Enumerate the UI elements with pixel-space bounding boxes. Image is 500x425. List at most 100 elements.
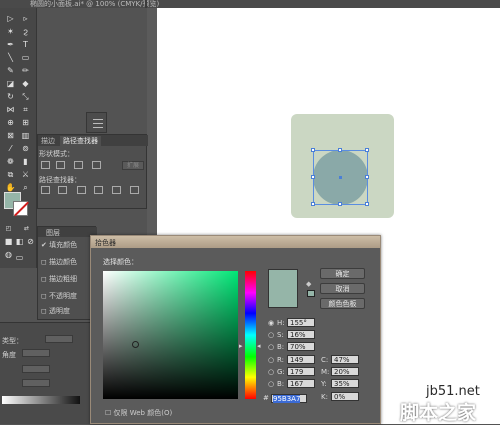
scale-tool-icon[interactable]: ⤡ [19, 91, 32, 102]
s-radio[interactable]: ○ [268, 331, 274, 339]
shape-builder-tool-icon[interactable]: ⊕ [4, 117, 17, 128]
document-tab-title[interactable]: 椭圆的小面板.ai* @ 100% (CMYK/预览) [30, 0, 159, 9]
saturation-brightness-field[interactable] [103, 271, 238, 399]
resize-handle[interactable] [338, 202, 342, 206]
blob-brush-tool-icon[interactable]: ◪ [4, 78, 17, 89]
b-label: B: [277, 343, 285, 351]
cancel-button[interactable]: 取消 [320, 283, 365, 294]
watermark-name: 脚本之家 [400, 402, 477, 424]
s-input[interactable]: 16% [287, 330, 315, 339]
rectangle-tool-icon[interactable]: ▭ [19, 52, 32, 63]
outline-icon[interactable] [112, 186, 121, 194]
tab-pathfinder[interactable]: 路径查找器 [60, 136, 101, 146]
ratio-field[interactable] [22, 379, 50, 387]
rotate-tool-icon[interactable]: ↻ [4, 91, 17, 102]
resize-handle[interactable] [365, 175, 369, 179]
h-input[interactable]: 155° [287, 318, 315, 327]
slice-tool-icon[interactable]: ⚔ [19, 169, 32, 180]
g-label: G: [277, 368, 285, 376]
trim-icon[interactable] [58, 186, 67, 194]
pen-tool-icon[interactable]: ✒ [4, 39, 17, 50]
screen-mode-icon[interactable]: ▭ [13, 252, 26, 263]
selection-bounding-box[interactable] [311, 148, 369, 206]
perspective-grid-tool-icon[interactable]: ⊞ [19, 117, 32, 128]
blend-tool-icon[interactable]: ⊚ [19, 143, 32, 154]
resize-handle[interactable] [365, 202, 369, 206]
g-input[interactable]: 179 [287, 367, 315, 376]
resize-handle[interactable] [311, 202, 315, 206]
default-colors-icon[interactable]: ◰ [2, 223, 15, 234]
lasso-tool-icon[interactable]: ϩ [19, 26, 32, 37]
blue-input[interactable]: 167 [287, 379, 315, 388]
artboard-tool-icon[interactable]: ⧉ [4, 169, 17, 180]
opacity-row[interactable]: ◻ 不透明度 [41, 291, 77, 301]
ok-button[interactable]: 确定 [320, 268, 365, 279]
m-input[interactable]: 20% [331, 367, 359, 376]
paintbrush-tool-icon[interactable]: ✎ [4, 65, 17, 76]
hex-input[interactable]: 95B3A7 [271, 394, 307, 403]
aspect-field[interactable] [22, 365, 50, 373]
h-radio[interactable]: ◉ [268, 319, 274, 327]
color-swatches-button[interactable]: 颜色色板 [320, 298, 365, 309]
stroke-color-label: 描边颜色 [49, 258, 78, 266]
gradient-type-select[interactable] [45, 335, 73, 343]
c-input[interactable]: 47% [331, 355, 359, 364]
b-radio[interactable]: ○ [268, 343, 274, 351]
web-only-checkbox[interactable]: ☐ 仅限 Web 颜色(O) [105, 408, 172, 418]
collapsed-panel-icon[interactable] [86, 112, 107, 133]
blue-radio[interactable]: ○ [268, 380, 274, 388]
type-tool-icon[interactable]: T [19, 39, 32, 50]
tab-stroke[interactable]: 描边 [38, 136, 58, 146]
k-label: K: [321, 393, 328, 401]
direct-selection-tool-icon[interactable]: ▹ [19, 13, 32, 24]
tools-panel: ▷ ▹ ✶ ϩ ✒ T ╲ ▭ ✎ ✏ ◪ ◆ ↻ ⤡ ⋈ ⌗ ⊕ ⊞ ⊠ ▥ … [0, 8, 37, 268]
gamut-correction-swatch[interactable] [307, 290, 315, 297]
line-tool-icon[interactable]: ╲ [4, 52, 17, 63]
stroke-color-swatch[interactable] [13, 201, 28, 216]
out-of-gamut-icon[interactable]: ◆ [306, 280, 311, 288]
r-radio[interactable]: ○ [268, 356, 274, 364]
magic-wand-tool-icon[interactable]: ✶ [4, 26, 17, 37]
eraser-tool-icon[interactable]: ◆ [19, 78, 32, 89]
swap-colors-icon[interactable]: ⇄ [20, 223, 33, 234]
eyedropper-tool-icon[interactable]: ⁄ [4, 143, 17, 154]
pencil-tool-icon[interactable]: ✏ [19, 65, 32, 76]
dialog-titlebar[interactable]: 拾色器 [91, 236, 380, 248]
intersect-icon[interactable] [74, 161, 83, 169]
k-input[interactable]: 0% [331, 392, 359, 401]
gradient-slider[interactable] [2, 396, 80, 404]
unite-icon[interactable] [41, 161, 50, 169]
b-input[interactable]: 70% [287, 342, 315, 351]
panel-icon-line [93, 127, 103, 128]
expand-button[interactable]: 扩展 [122, 161, 144, 170]
minus-back-icon[interactable] [130, 186, 139, 194]
column-graph-tool-icon[interactable]: ▮ [19, 156, 32, 167]
transparency-row[interactable]: ◻ 透明度 [41, 306, 70, 316]
symbol-sprayer-tool-icon[interactable]: ❁ [4, 156, 17, 167]
none-mode-icon[interactable]: ⊘ [24, 236, 37, 247]
resize-handle[interactable] [365, 148, 369, 152]
mesh-tool-icon[interactable]: ⊠ [4, 130, 17, 141]
selection-tool-icon[interactable]: ▷ [4, 13, 17, 24]
angle-field[interactable] [22, 349, 50, 357]
resize-handle[interactable] [311, 175, 315, 179]
r-input[interactable]: 149 [287, 355, 315, 364]
hue-slider[interactable] [245, 271, 256, 399]
minus-front-icon[interactable] [56, 161, 65, 169]
stroke-color-row[interactable]: ◻ 描边颜色 [41, 257, 77, 267]
g-radio[interactable]: ○ [268, 368, 274, 376]
fill-color-row[interactable]: ✔ 填充颜色 [41, 240, 77, 250]
merge-icon[interactable] [77, 186, 86, 194]
crop-icon[interactable] [94, 186, 103, 194]
gradient-tool-icon[interactable]: ▥ [19, 130, 32, 141]
y-input[interactable]: 35% [331, 379, 359, 388]
stroke-weight-row[interactable]: ◻ 描边粗细 [41, 274, 77, 284]
exclude-icon[interactable] [92, 161, 101, 169]
select-color-label: 选择颜色： [103, 258, 138, 266]
resize-handle[interactable] [311, 148, 315, 152]
resize-handle[interactable] [338, 148, 342, 152]
width-tool-icon[interactable]: ⋈ [4, 104, 17, 115]
divide-icon[interactable] [41, 186, 50, 194]
free-transform-tool-icon[interactable]: ⌗ [19, 104, 32, 115]
color-picker-marker[interactable] [132, 341, 139, 348]
